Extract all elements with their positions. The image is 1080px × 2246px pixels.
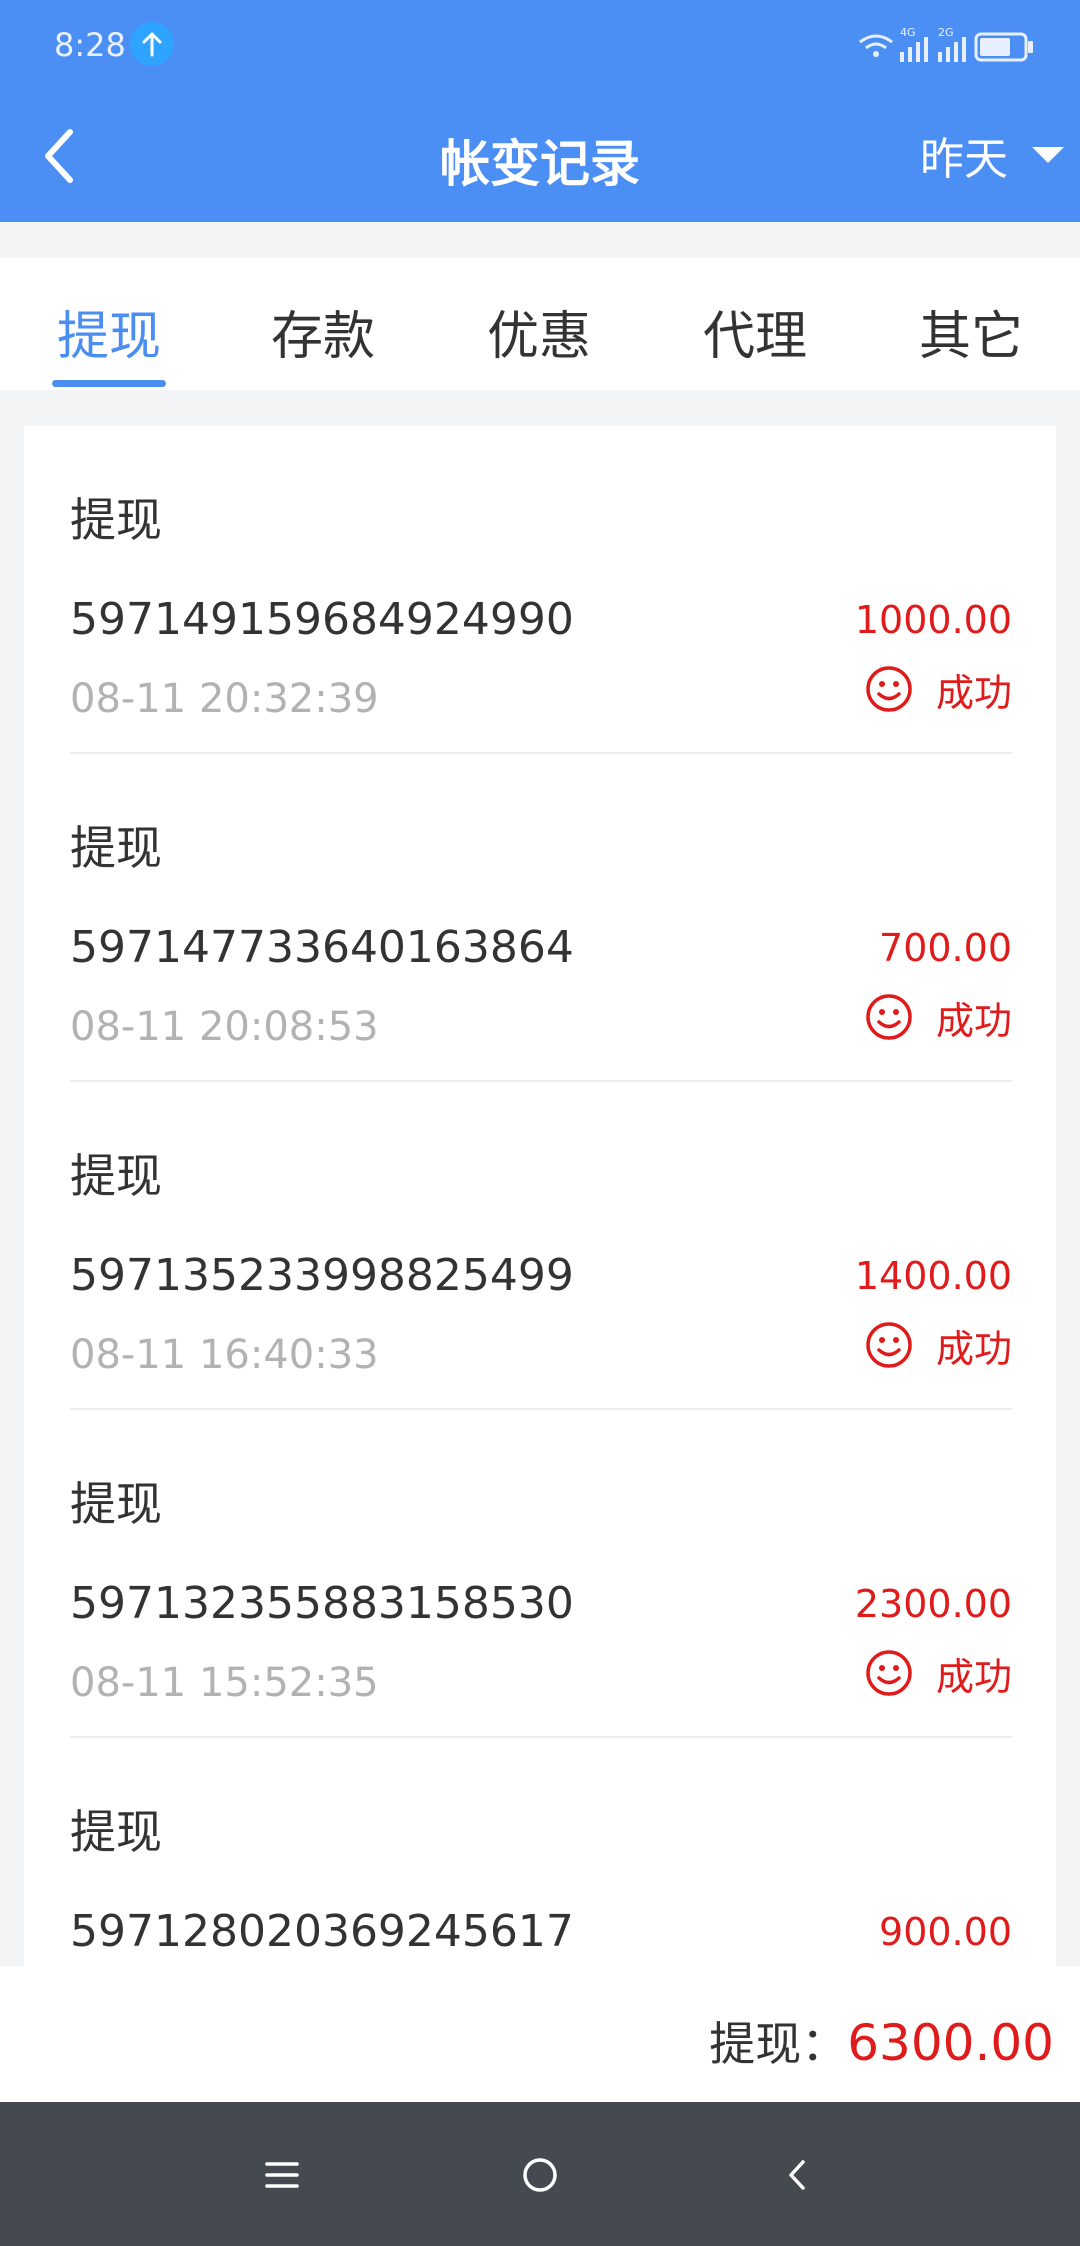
tab-active-indicator: [52, 380, 166, 387]
summary-total: 提现： 6300.00: [709, 2008, 1054, 2074]
smile-icon: [866, 1322, 912, 1368]
status-badge: 成功: [864, 1646, 1012, 1700]
signal-battery-icon: 4G 2G: [859, 26, 1033, 62]
record-id: 597128020369245617: [70, 1906, 574, 1957]
status-label: 成功: [935, 670, 1012, 715]
upload-icon: [130, 22, 174, 66]
list-item[interactable]: 提现 597147733640163864 08-11 20:08:53 700…: [70, 754, 1012, 1082]
home-icon: [523, 2158, 557, 2192]
record-id: 597132355883158530: [70, 1578, 574, 1629]
menu-button[interactable]: [247, 2140, 317, 2210]
summary-amount: 6300.00: [847, 2014, 1054, 2072]
home-button[interactable]: [505, 2140, 575, 2210]
record-id: 597135233998825499: [70, 1250, 574, 1301]
date-filter-label: 昨天: [920, 134, 1008, 185]
record-amount: 900.00: [879, 1910, 1012, 1954]
status-label: 成功: [935, 998, 1012, 1043]
record-type: 提现: [70, 821, 162, 875]
status-label: 成功: [935, 1654, 1012, 1699]
record-list: 提现 597149159684924990 08-11 20:32:39 100…: [24, 426, 1056, 1966]
record-time: 08-11 16:40:33: [70, 1332, 379, 1378]
record-type: 提现: [70, 1149, 162, 1203]
record-amount: 2300.00: [854, 1582, 1012, 1626]
record-type: 提现: [70, 493, 162, 547]
system-back-button[interactable]: [763, 2140, 833, 2210]
status-badge: 成功: [864, 662, 1012, 716]
status-icons: 4G 2G: [856, 26, 1036, 66]
smile-icon: [866, 666, 912, 712]
app-bar: 帐变记录 昨天: [0, 90, 1080, 222]
tab-deposit[interactable]: 存款: [243, 294, 403, 369]
tab-agent[interactable]: 代理: [675, 294, 835, 369]
record-type: 提现: [70, 1477, 162, 1531]
record-amount: 700.00: [879, 926, 1012, 970]
date-filter-dropdown[interactable]: 昨天: [920, 120, 1064, 190]
smile-icon: [866, 1650, 912, 1696]
status-label: 成功: [935, 1326, 1012, 1371]
net-label-2g: 2G: [938, 26, 954, 39]
list-item[interactable]: 提现 597132355883158530 08-11 15:52:35 230…: [70, 1410, 1012, 1738]
list-item[interactable]: 提现 597128020369245617 900.00: [70, 1738, 1012, 1966]
record-type: 提现: [70, 1805, 162, 1859]
net-label-4g: 4G: [900, 26, 916, 39]
record-amount: 1400.00: [854, 1254, 1012, 1298]
status-time: 8:28: [54, 26, 126, 64]
summary-bar: 提现： 6300.00: [0, 1966, 1080, 2102]
record-time: 08-11 20:08:53: [70, 1004, 379, 1050]
status-badge: 成功: [864, 990, 1012, 1044]
smile-icon: [866, 994, 912, 1040]
tab-withdraw[interactable]: 提现: [29, 294, 189, 369]
list-item[interactable]: 提现 597135233998825499 08-11 16:40:33 140…: [70, 1082, 1012, 1410]
tab-bar: 提现 存款 优惠 代理 其它: [0, 258, 1080, 390]
list-item[interactable]: 提现 597149159684924990 08-11 20:32:39 100…: [70, 426, 1012, 754]
caret-down-icon: [1032, 147, 1064, 163]
status-badge: 成功: [864, 1318, 1012, 1372]
record-id: 597149159684924990: [70, 594, 574, 645]
tab-promotion[interactable]: 优惠: [459, 294, 619, 369]
menu-icon: [265, 2162, 299, 2188]
record-id: 597147733640163864: [70, 922, 574, 973]
record-time: 08-11 15:52:35: [70, 1660, 379, 1706]
record-amount: 1000.00: [854, 598, 1012, 642]
back-icon: [789, 2160, 805, 2190]
page-title: 帐变记录: [440, 135, 640, 193]
tab-other[interactable]: 其它: [891, 294, 1051, 369]
system-nav-bar: [0, 2102, 1080, 2246]
status-bar: 8:28 4G 2G: [0, 0, 1080, 90]
record-time: 08-11 20:32:39: [70, 676, 379, 722]
summary-label: 提现：: [709, 2017, 848, 2071]
